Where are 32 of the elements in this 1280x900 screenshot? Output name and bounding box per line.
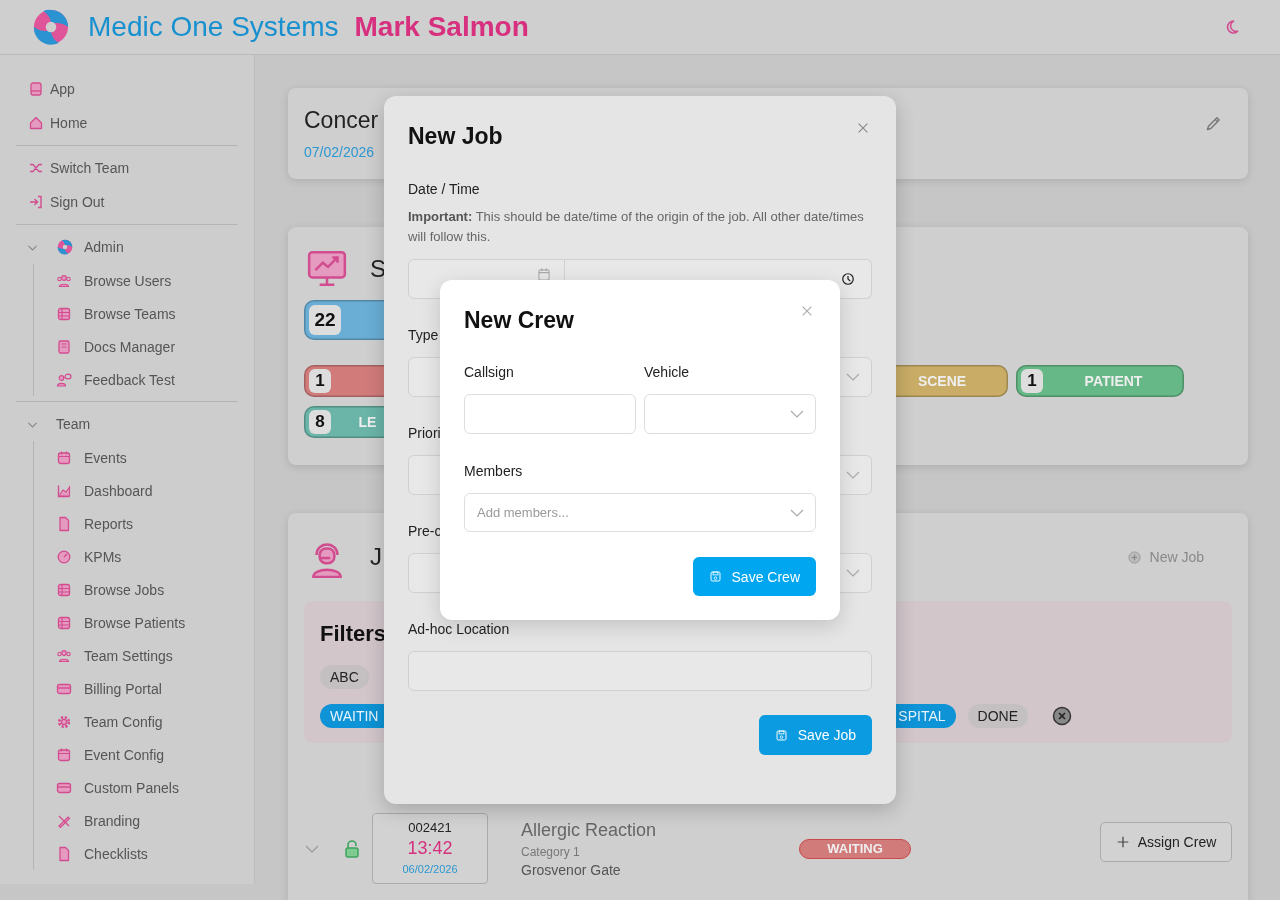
job-title: Allergic Reaction: [521, 819, 658, 841]
count-badge: 22: [309, 305, 341, 335]
note-text: Important: This should be date/time of the origin of the job. All other date/times will follow this.: [408, 208, 865, 246]
status-label: PATIENT: [1083, 373, 1144, 389]
event-title: Concer: [304, 107, 379, 134]
field-label: Type: [408, 326, 440, 345]
status-label: SCENE: [916, 373, 968, 389]
field-label: Pre-c: [408, 522, 443, 541]
job-number: 002421: [408, 820, 452, 835]
stats-title: S: [370, 255, 386, 283]
job-date: 06/02/2026: [402, 863, 458, 875]
user-name: Mark Salmon: [354, 11, 529, 43]
filters-title: Filters: [320, 621, 387, 647]
job-location: Grosvenor Gate: [521, 861, 622, 878]
count-badge: 1: [309, 369, 331, 393]
field-label: Priori: [408, 424, 442, 443]
event-date: 07/02/2026: [304, 144, 376, 160]
field-label: Ad-hoc Location: [408, 620, 511, 639]
jobs-title: J: [370, 543, 382, 571]
brand-name: Medic One Systems: [88, 11, 339, 43]
job-time: 13:42: [407, 838, 453, 859]
count-badge: 1: [1021, 369, 1043, 393]
job-category: Category 1: [521, 844, 581, 859]
dialog-title: New Crew: [464, 306, 574, 335]
field-label: Vehicle: [644, 363, 691, 382]
status-label: LE: [357, 414, 378, 430]
dialog-title: New Job: [408, 122, 503, 151]
count-badge: 8: [309, 410, 331, 434]
field-label: Members: [464, 462, 524, 481]
field-label: Callsign: [464, 363, 515, 382]
status-badge: WAITING: [799, 838, 911, 859]
field-label: Date / Time: [408, 180, 481, 199]
